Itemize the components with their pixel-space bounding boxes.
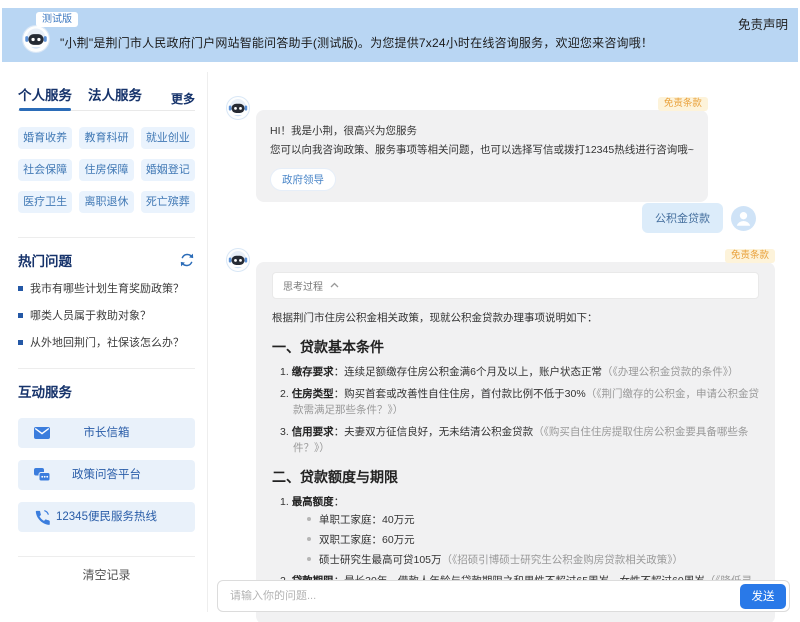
hot-question[interactable]: 我市有哪些计划生育奖励政策？	[18, 282, 195, 296]
list-item-label: 最高额度	[292, 496, 334, 508]
chat-assistant-page: 测试版 "小荆"是荆门市人民政府门户网站智能问答助手(测试版)。为您提供7x24…	[0, 0, 800, 622]
service-category-button[interactable]: 就业创业	[141, 127, 195, 149]
list-number: 2.	[280, 388, 292, 400]
answer-list-item: 3. 信用要求：夫妻双方征信良好，无未结清公积金贷款（《购买自住住房提取住房公积…	[280, 424, 759, 457]
list-item-text: ：连续足额缴存住房公积金满6个月及以上，账户状态正常	[334, 366, 602, 378]
sublist-item-text: 双职工家庭：60万元	[319, 534, 415, 546]
chat-bubbles-icon	[33, 466, 51, 484]
mail-icon	[33, 424, 51, 442]
answer-list-item: 1. 最高额度： 单职工家庭：40万元 双职工家庭：60万元 硕士研究生最高可贷…	[280, 494, 759, 569]
refresh-icon[interactable]	[179, 252, 195, 268]
list-item-text: ：夫妻双方征信良好，无未结清公积金贷款	[334, 426, 534, 438]
service-category-grid: 婚育收养 教育科研 就业创业 社会保障 住房保障 婚姻登记 医疗卫生 离职退休 …	[18, 127, 195, 213]
greeting-line: HI！我是小荆，很高兴为您服务	[270, 122, 694, 141]
more-link[interactable]: 更多	[171, 90, 195, 107]
bullet-dot-icon	[307, 517, 311, 521]
greeting-line: 您可以向我咨询政策、服务事项等相关问题，也可以选择写信或拨打12345热线进行咨…	[270, 141, 694, 160]
disclaimer-link[interactable]: 免责声明	[738, 14, 788, 33]
service-category-button[interactable]: 死亡殡葬	[141, 191, 195, 213]
quick-reply-tag[interactable]: 政府领导	[270, 168, 336, 191]
phone-icon	[33, 508, 51, 526]
hot-questions-list: 我市有哪些计划生育奖励政策？ 哪类人员属于救助对象？ 从外地回荆门，社保该怎么办…	[18, 282, 195, 363]
service-category-button[interactable]: 婚育收养	[18, 127, 72, 149]
message-disclaimer-badge[interactable]: 免责条款	[725, 249, 775, 263]
list-item-label: 住房类型	[292, 388, 334, 400]
interactive-services-header: 互动服务	[18, 381, 195, 401]
answer-sublist-item: 硕士研究生最高可贷105万（《招硕引博硕士研究生公积金购房贷款相关政策》）	[307, 552, 759, 568]
top-banner: 测试版 "小荆"是荆门市人民政府门户网站智能问答助手(测试版)。为您提供7x24…	[2, 8, 798, 62]
interactive-services-list: 市长信箱 政策问答平台 12345便民服务热线	[18, 418, 195, 544]
service-category-button[interactable]: 社会保障	[18, 159, 72, 181]
bullet-square-icon	[18, 340, 23, 345]
answer-sublist-item: 双职工家庭：60万元	[307, 532, 759, 548]
tab-personal-services[interactable]: 个人服务	[18, 86, 72, 110]
hotline-12345-card[interactable]: 12345便民服务热线	[18, 502, 195, 532]
sublist-item-text: 单职工家庭：40万元	[319, 514, 415, 526]
service-category-button[interactable]: 教育科研	[79, 127, 133, 149]
bot-answer-bubble: 免责条款 思考过程 根据荆门市住房公积金相关政策，现就公积金贷款办理事项说明如下…	[256, 262, 775, 622]
answer-list: 1. 缴存要求：连续足额缴存住房公积金满6个月及以上，账户状态正常（《办理公积金…	[280, 364, 759, 457]
answer-list-item: 2. 住房类型：购买首套或改善性自住住房，首付款比例不低于30%（《荆门缴存的公…	[280, 386, 759, 419]
send-button[interactable]: 发送	[740, 584, 786, 609]
policy-reference: （《招硕引博硕士研究生公积金购房贷款相关政策》）	[442, 554, 684, 566]
policy-qa-platform-card[interactable]: 政策问答平台	[18, 460, 195, 490]
bot-message-bubble: 免责条款 HI！我是小荆，很高兴为您服务 您可以向我咨询政策、服务事项等相关问题…	[256, 110, 708, 202]
version-badge: 测试版	[36, 12, 78, 27]
service-category-button[interactable]: 住房保障	[79, 159, 133, 181]
hot-question-label: 哪类人员属于救助对象？	[30, 309, 151, 323]
service-category-button[interactable]: 离职退休	[79, 191, 133, 213]
mayor-mailbox-card[interactable]: 市长信箱	[18, 418, 195, 448]
divider	[18, 368, 195, 369]
service-category-button[interactable]: 医疗卫生	[18, 191, 72, 213]
bullet-square-icon	[18, 286, 23, 291]
robot-icon	[226, 96, 250, 120]
interactive-services-title: 互动服务	[18, 381, 72, 401]
hot-question-label: 我市有哪些计划生育奖励政策？	[30, 282, 184, 296]
answer-list-item: 1. 缴存要求：连续足额缴存住房公积金满6个月及以上，账户状态正常（《办理公积金…	[280, 364, 759, 381]
list-item-label: 缴存要求	[292, 366, 334, 378]
list-item-text: ：购买首套或改善性自住住房，首付款比例不低于30%	[334, 388, 586, 400]
answer-sublist: 单职工家庭：40万元 双职工家庭：60万元 硕士研究生最高可贷105万（《招硕引…	[307, 512, 759, 568]
answer-section-heading: 二、贷款额度与期限	[272, 467, 759, 487]
service-category-button[interactable]: 婚姻登记	[141, 159, 195, 181]
hot-question[interactable]: 哪类人员属于救助对象？	[18, 309, 195, 323]
divider	[207, 72, 208, 612]
service-tabs: 个人服务 法人服务 更多	[18, 86, 195, 111]
question-input[interactable]	[218, 590, 740, 602]
policy-reference: （《办理公积金贷款的条件》）	[602, 366, 739, 378]
robot-icon	[226, 248, 250, 272]
clear-history-button[interactable]: 清空记录	[18, 566, 195, 583]
hot-question[interactable]: 从外地回荆门，社保该怎么办？	[18, 336, 195, 350]
chat-input-bar: 发送	[217, 580, 790, 612]
thinking-process-toggle[interactable]: 思考过程	[272, 272, 759, 299]
thinking-process-label: 思考过程	[283, 278, 323, 293]
bullet-dot-icon	[307, 537, 311, 541]
chevron-up-icon	[330, 280, 339, 291]
list-item-text: ：	[334, 496, 345, 508]
answer-intro: 根据荆门市住房公积金相关政策，现就公积金贷款办理事项说明如下：	[272, 310, 759, 327]
bullet-dot-icon	[307, 557, 311, 561]
hot-questions-header: 热门问题	[18, 250, 195, 270]
list-number: 1.	[280, 496, 292, 508]
user-avatar-icon	[731, 206, 756, 231]
list-number: 1.	[280, 366, 292, 378]
answer-section-heading: 一、贷款基本条件	[272, 337, 759, 357]
divider	[18, 237, 195, 238]
user-message-row: 公积金贷款	[642, 203, 756, 233]
hot-questions-title: 热门问题	[18, 250, 72, 270]
list-number: 3.	[280, 426, 292, 438]
message-disclaimer-badge[interactable]: 免责条款	[658, 97, 708, 111]
list-item-label: 信用要求	[292, 426, 334, 438]
divider	[18, 556, 195, 557]
bullet-square-icon	[18, 313, 23, 318]
tab-legal-entity-services[interactable]: 法人服务	[88, 86, 142, 110]
robot-icon	[22, 25, 50, 53]
banner-intro-text: "小荆"是荆门市人民政府门户网站智能问答助手(测试版)。为您提供7x24小时在线…	[60, 34, 653, 51]
user-message-bubble: 公积金贷款	[642, 203, 723, 233]
sublist-item-text: 硕士研究生最高可贷105万	[319, 554, 442, 566]
answer-sublist-item: 单职工家庭：40万元	[307, 512, 759, 528]
hot-question-label: 从外地回荆门，社保该怎么办？	[30, 336, 184, 350]
